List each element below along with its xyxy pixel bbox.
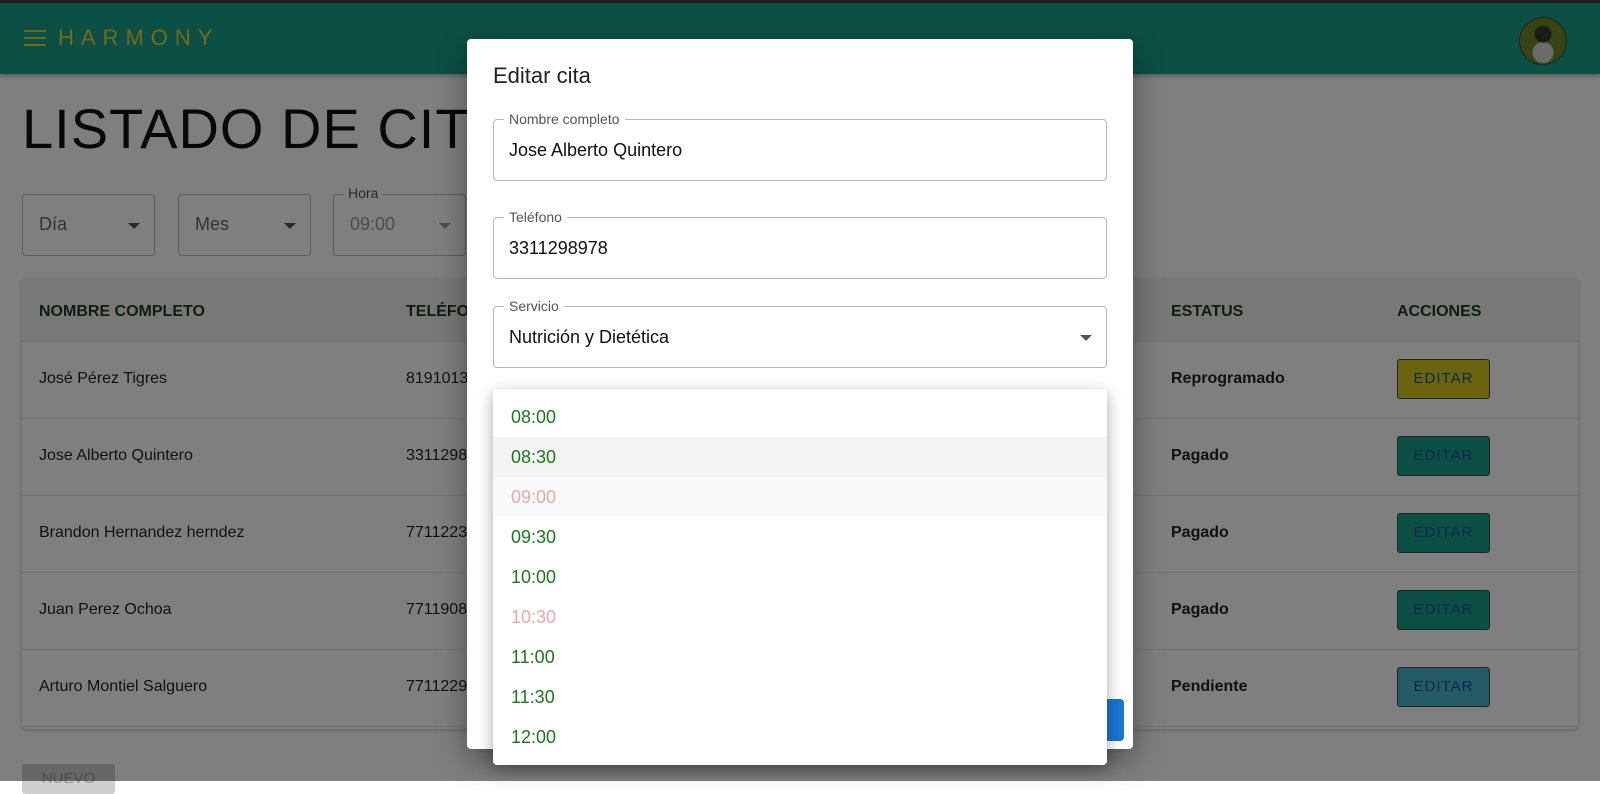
time-options-menu: 08:00 08:30 09:00 09:30 10:00 10:30 11:00 11:30… bbox=[493, 389, 1107, 765]
full-name-label: Nombre completo bbox=[504, 111, 625, 127]
time-option[interactable]: 11:00 bbox=[493, 637, 1107, 677]
dialog-title: Editar cita bbox=[493, 63, 591, 88]
service-label: Servicio bbox=[504, 298, 564, 314]
full-name-field[interactable]: Nombre completo Jose Alberto Quintero bbox=[493, 111, 1107, 181]
service-select[interactable]: Servicio Nutrición y Dietética bbox=[493, 298, 1107, 368]
time-option[interactable]: 11:30 bbox=[493, 677, 1107, 717]
time-option[interactable]: 09:30 bbox=[493, 517, 1107, 557]
full-name-value: Jose Alberto Quintero bbox=[509, 140, 683, 160]
time-option[interactable]: 12:00 bbox=[493, 717, 1107, 757]
time-option[interactable]: 08:30 bbox=[493, 437, 1107, 477]
time-option[interactable]: 09:00 bbox=[493, 477, 1107, 517]
time-option[interactable]: 10:30 bbox=[493, 597, 1107, 637]
phone-field[interactable]: Teléfono 3311298978 bbox=[493, 209, 1107, 279]
time-option[interactable]: 08:00 bbox=[493, 397, 1107, 437]
phone-label: Teléfono bbox=[504, 209, 567, 225]
service-value: Nutrición y Dietética bbox=[509, 327, 670, 347]
phone-value: 3311298978 bbox=[509, 238, 608, 258]
time-option[interactable]: 10:00 bbox=[493, 557, 1107, 597]
chevron-down-icon bbox=[1080, 335, 1092, 341]
